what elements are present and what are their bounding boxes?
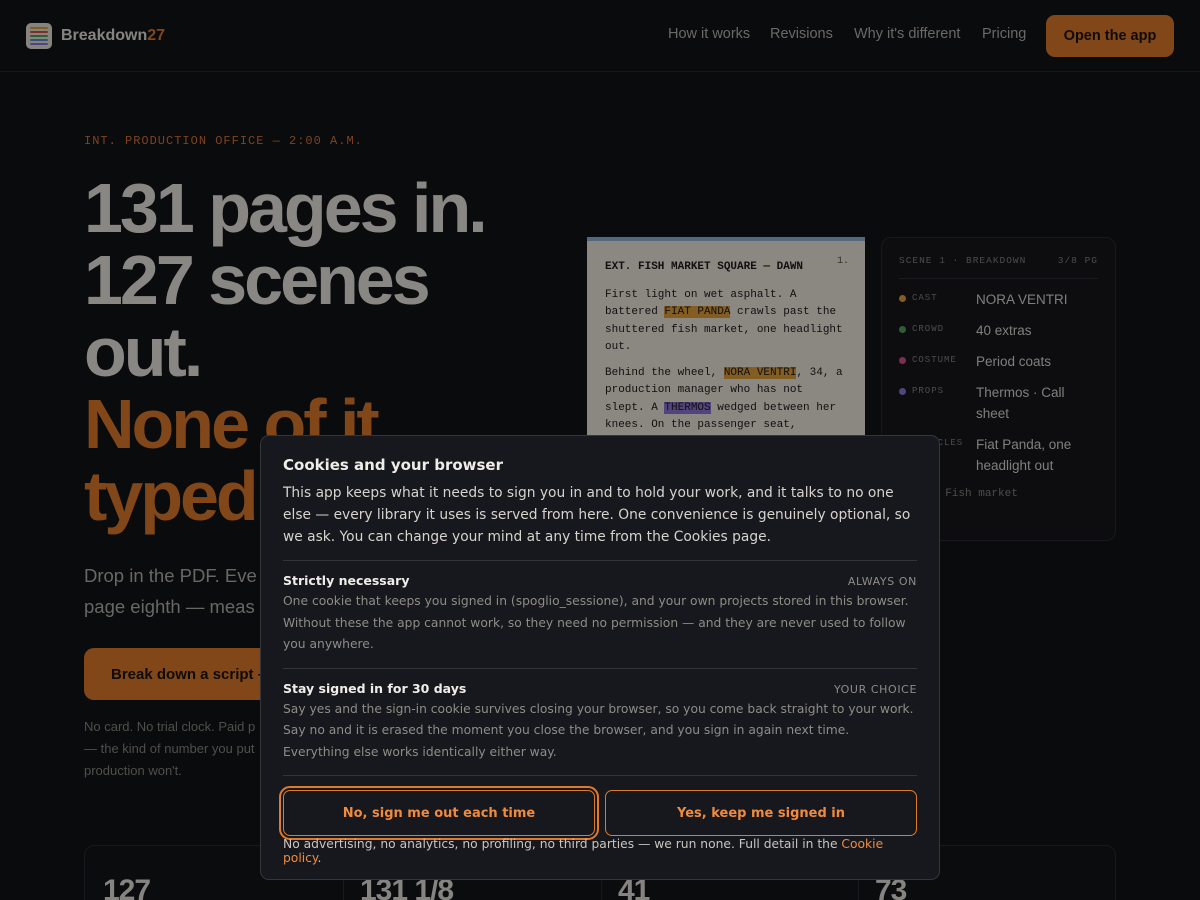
section-title: Strictly necessary	[283, 573, 410, 588]
dialog-actions: No, sign me out each time Yes, keep me s…	[279, 775, 917, 840]
accept-persistent-login-button[interactable]: Yes, keep me signed in	[605, 790, 917, 836]
section-body: Say yes and the sign-in cookie survives …	[283, 701, 914, 759]
decline-persistent-login-button[interactable]: No, sign me out each time	[279, 786, 599, 840]
section-body: One cookie that keeps you signed in (spo…	[283, 594, 909, 651]
section-title: Stay signed in for 30 days	[283, 680, 467, 696]
status-badge: YOUR CHOICE	[833, 682, 917, 696]
dialog-title: Cookies and your browser	[283, 456, 503, 474]
cookie-consent-dialog: Cookies and your browser This app keeps …	[260, 435, 940, 880]
dialog-intro: This app keeps what it needs to sign you…	[283, 485, 911, 545]
section-strictly-necessary: Strictly necessary ALWAYS ON One cookie …	[283, 560, 917, 656]
section-stay-signed-in: Stay signed in for 30 days YOUR CHOICE S…	[283, 667, 917, 764]
dialog-footnote: No advertising, no analytics, no profili…	[283, 837, 884, 865]
status-badge: ALWAYS ON	[847, 575, 917, 588]
